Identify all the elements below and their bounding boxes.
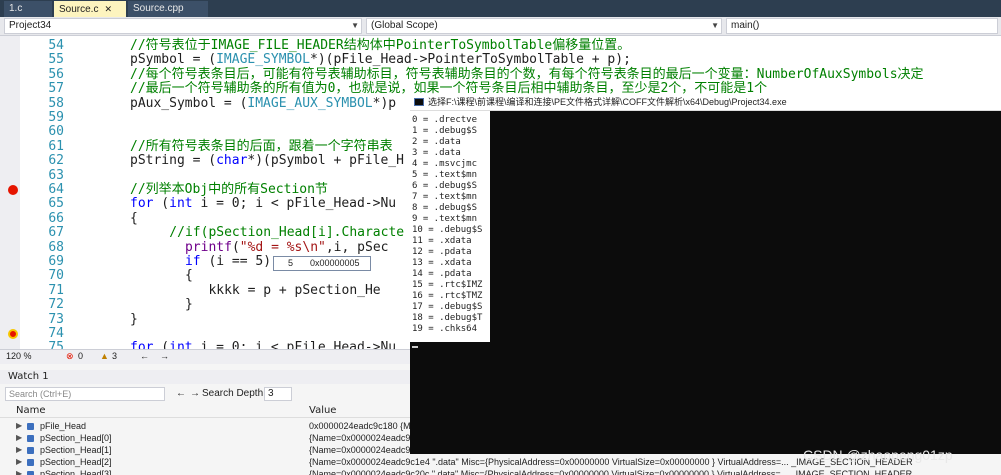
console-line: 1 = .debug$S <box>412 126 478 136</box>
forward-arrow-icon[interactable]: → <box>190 388 200 399</box>
console-window[interactable]: 选择F:\课程\前课程\编译和连接\PE文件格式详解\COFF文件解析\x64\… <box>410 94 1001 454</box>
breakpoint-icon[interactable] <box>8 329 18 339</box>
console-line: 14 = .pdata <box>412 269 472 279</box>
column-header-value[interactable]: Value <box>309 403 336 418</box>
function-name: main() <box>731 20 760 31</box>
search-depth-label: Search Depth: <box>202 388 266 399</box>
watch-name: pSection_Head[1] <box>40 445 112 455</box>
console-line: 4 = .msvcjmc <box>412 159 478 169</box>
tab-label: 1.c <box>9 3 23 14</box>
forward-arrow-icon[interactable]: → <box>160 350 169 363</box>
search-depth-select[interactable]: 3 <box>264 387 292 401</box>
console-line: 6 = .debug$S <box>412 181 478 191</box>
console-line: 5 = .text$mn <box>412 170 478 180</box>
zoom-level[interactable]: 120 % <box>6 350 32 363</box>
watch-name: pSection_Head[0] <box>40 433 112 443</box>
watermark: CSDN @zhaopeng01zp <box>803 447 953 463</box>
console-line: 19 = .chks64 <box>412 324 478 334</box>
warning-count[interactable]: 3 <box>112 350 117 363</box>
project-dropdown[interactable]: Project34 ▼ <box>4 18 362 34</box>
console-cursor <box>412 346 418 348</box>
tab-source-c[interactable]: Source.c ✕ <box>54 1 126 17</box>
scope-name: (Global Scope) <box>371 20 438 31</box>
console-line: 18 = .debug$T <box>412 313 483 323</box>
expand-icon[interactable]: ▶ <box>16 468 22 475</box>
variable-icon <box>27 471 34 475</box>
watch-value: {Name=0x0000024eadc9c1 <box>309 433 420 443</box>
expand-icon[interactable]: ▶ <box>16 420 22 432</box>
console-title-bar[interactable]: 选择F:\课程\前课程\编译和连接\PE文件格式详解\COFF文件解析\x64\… <box>410 94 1001 111</box>
navigation-bar: Project34 ▼ (Global Scope) ▼ main() <box>0 17 1001 36</box>
watch-name: pSection_Head[3] <box>40 469 112 475</box>
console-line: 10 = .debug$S <box>412 225 483 235</box>
console-line: 17 = .debug$S <box>412 302 483 312</box>
column-header-name[interactable]: Name <box>16 403 46 418</box>
watch-value: {Name=0x0000024eadc9c1 <box>309 445 420 455</box>
console-line: 12 = .pdata <box>412 247 472 257</box>
document-tab-bar: 1.c Source.c ✕ Source.cpp <box>0 0 1001 17</box>
console-line: 15 = .rtc$IMZ <box>412 280 483 290</box>
console-line: 16 = .rtc$TMZ <box>412 291 483 301</box>
watch-search-input[interactable]: Search (Ctrl+E) <box>5 387 165 401</box>
console-app-icon <box>414 98 424 106</box>
expand-icon[interactable]: ▶ <box>16 456 22 468</box>
watch-value: {Name=0x0000024eadc9c20c ".data" Misc={P… <box>309 469 913 475</box>
watch-name: pFile_Head <box>40 421 87 431</box>
tab-1c[interactable]: 1.c <box>4 1 52 17</box>
code-text: for (int i = 0; i < pFile_Head->Nu <box>130 340 397 349</box>
watch-value: 0x0000024eadc9c180 {Mac <box>309 421 421 431</box>
variable-icon <box>27 435 34 442</box>
chevron-down-icon: ▼ <box>711 21 719 30</box>
watch-row[interactable]: ▶ pSection_Head[3] {Name=0x0000024eadc9c20… <box>0 468 1001 475</box>
back-arrow-icon[interactable]: ← <box>140 350 149 363</box>
console-line: 7 = .text$mn <box>412 192 478 202</box>
console-line: 3 = .data <box>412 148 461 158</box>
datatip-name: 5 <box>288 258 294 268</box>
console-line: 2 = .data <box>412 137 461 147</box>
console-line: 8 = .debug$S <box>412 203 478 213</box>
watch-panel-title: Watch 1 <box>0 370 410 384</box>
variable-icon <box>27 459 34 466</box>
back-arrow-icon[interactable]: ← <box>176 388 186 399</box>
datatip-value: 0x00000005 <box>310 258 360 268</box>
error-icon: ⊗ <box>66 351 74 361</box>
console-line: 11 = .xdata <box>412 236 472 246</box>
warning-icon: ▲ <box>100 351 109 361</box>
function-dropdown[interactable]: main() <box>726 18 998 34</box>
expand-icon[interactable]: ▶ <box>16 432 22 444</box>
tab-source-cpp[interactable]: Source.cpp <box>128 1 208 17</box>
console-title: 选择F:\课程\前课程\编译和连接\PE文件格式详解\COFF文件解析\x64\… <box>428 97 787 107</box>
variable-icon <box>27 423 34 430</box>
tab-label: Source.cpp <box>133 3 184 14</box>
console-line: 9 = .text$mn <box>412 214 478 224</box>
chevron-down-icon: ▼ <box>351 21 359 30</box>
tab-label: Source.c <box>59 4 99 15</box>
line-number: 75 <box>48 340 64 349</box>
scope-dropdown[interactable]: (Global Scope) ▼ <box>366 18 722 34</box>
console-line: 0 = .drectve <box>412 115 478 125</box>
expand-icon[interactable]: ▶ <box>16 444 22 456</box>
watch-toolbar: Search (Ctrl+E) ← → Search Depth: 3 <box>0 385 410 403</box>
breakpoint-icon[interactable] <box>8 185 18 195</box>
variable-icon <box>27 447 34 454</box>
error-count[interactable]: 0 <box>78 350 83 363</box>
close-icon[interactable]: ✕ <box>104 4 112 14</box>
console-line: 13 = .xdata <box>412 258 472 268</box>
editor-status-bar: 120 % ⊗ 0 ▲ 3 ← → <box>0 349 410 364</box>
watch-name: pSection_Head[2] <box>40 457 112 467</box>
datatip[interactable]: 5 0x00000005 <box>273 256 371 271</box>
console-output: 0 = .drectve 1 = .debug$S 2 = .data 3 = .da… <box>410 111 490 342</box>
project-name: Project34 <box>9 20 52 31</box>
